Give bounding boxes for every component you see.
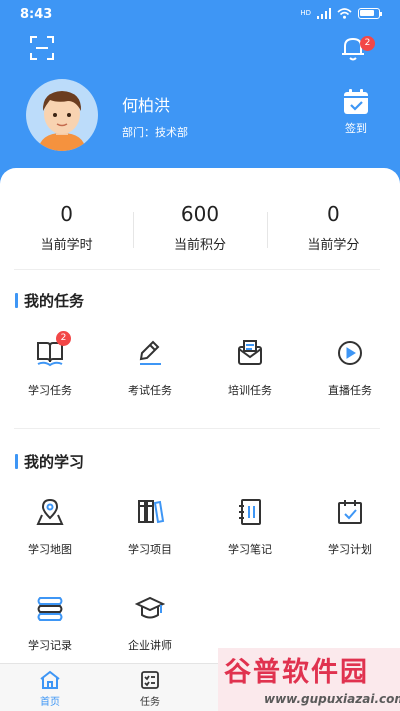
status-icons: HD — [300, 8, 382, 19]
task-grid: 2 学习任务 考试任务 培训任务 直播任务 — [0, 331, 400, 434]
grid-label: 学习记录 — [28, 639, 72, 652]
calendar-icon — [338, 500, 362, 524]
scan-button[interactable] — [28, 34, 56, 62]
task-list-icon — [141, 671, 159, 689]
tab-label: 首页 — [40, 697, 60, 708]
task-study[interactable]: 2 学习任务 — [0, 331, 100, 434]
watermark-url: www.gupuxiazai.com — [264, 692, 400, 706]
avatar-illustration — [38, 91, 86, 151]
notebook-icon — [239, 499, 261, 525]
divider — [14, 269, 380, 270]
record-icon — [37, 597, 63, 621]
notification-badge: 2 — [360, 36, 375, 51]
task-training[interactable]: 培训任务 — [200, 338, 300, 434]
grid-label: 考试任务 — [128, 384, 172, 397]
stat-study-hours[interactable]: 0 当前学时 — [0, 202, 133, 262]
envelope-icon — [238, 340, 262, 365]
hd-signal-icon: HD — [300, 9, 311, 17]
grid-label: 直播任务 — [328, 384, 372, 397]
grid-label: 学习地图 — [28, 543, 72, 556]
grid-label: 企业讲师 — [128, 639, 172, 652]
signin-label: 签到 — [345, 122, 367, 135]
cell-signal-icon — [317, 8, 331, 19]
grid-label: 学习计划 — [328, 543, 372, 556]
stats-row: 0 当前学时 600 当前积分 0 当前学分 — [0, 202, 400, 262]
stat-label: 当前学分 — [307, 238, 360, 253]
pen-icon — [139, 340, 161, 365]
stat-value: 0 — [60, 202, 74, 226]
task-study-badge: 2 — [56, 331, 71, 346]
learning-notes[interactable]: 学习笔记 — [200, 497, 300, 593]
battery-icon — [358, 8, 382, 19]
calendar-check-icon — [344, 89, 368, 114]
learning-plan[interactable]: 学习计划 — [300, 497, 400, 593]
tab-label: 任务 — [140, 697, 160, 708]
stat-value: 0 — [326, 202, 340, 226]
user-name: 何柏洪 — [122, 96, 171, 115]
divider — [14, 428, 380, 429]
watermark-title: 谷普软件园 — [224, 657, 369, 688]
section-title-my-learning: 我的学习 — [15, 451, 84, 472]
play-icon — [338, 341, 362, 365]
avatar[interactable] — [26, 79, 98, 151]
map-pin-icon — [36, 498, 64, 525]
graduation-cap-icon — [135, 596, 165, 619]
grid-label: 学习项目 — [128, 543, 172, 556]
watermark: 谷普软件园 www.gupuxiazai.com — [218, 648, 400, 711]
tab-tasks[interactable]: 任务 — [100, 664, 200, 711]
stat-credits[interactable]: 0 当前学分 — [266, 202, 400, 262]
section-title-my-tasks: 我的任务 — [15, 290, 84, 311]
stat-label: 当前积分 — [173, 238, 226, 253]
learning-map[interactable]: 学习地图 — [0, 497, 100, 593]
signin-button[interactable]: 签到 — [336, 88, 376, 136]
status-bar: 8:43 HD — [0, 0, 400, 30]
grid-label: 学习笔记 — [228, 543, 272, 556]
scan-icon — [30, 36, 54, 60]
status-time: 8:43 — [20, 7, 53, 22]
books-icon — [138, 500, 165, 524]
task-exam[interactable]: 考试任务 — [100, 338, 200, 434]
grid-label: 培训任务 — [228, 384, 272, 397]
user-department: 部门：技术部 — [122, 126, 188, 139]
notification-button[interactable]: 2 — [340, 34, 375, 64]
wifi-icon — [337, 8, 352, 19]
learning-projects[interactable]: 学习项目 — [100, 497, 200, 593]
task-live[interactable]: 直播任务 — [300, 338, 400, 434]
home-icon — [40, 670, 60, 689]
stat-label: 当前学时 — [40, 238, 93, 253]
stat-points[interactable]: 600 当前积分 — [133, 202, 266, 262]
grid-label: 学习任务 — [28, 384, 72, 397]
stat-value: 600 — [180, 202, 220, 226]
tab-home[interactable]: 首页 — [0, 664, 100, 711]
